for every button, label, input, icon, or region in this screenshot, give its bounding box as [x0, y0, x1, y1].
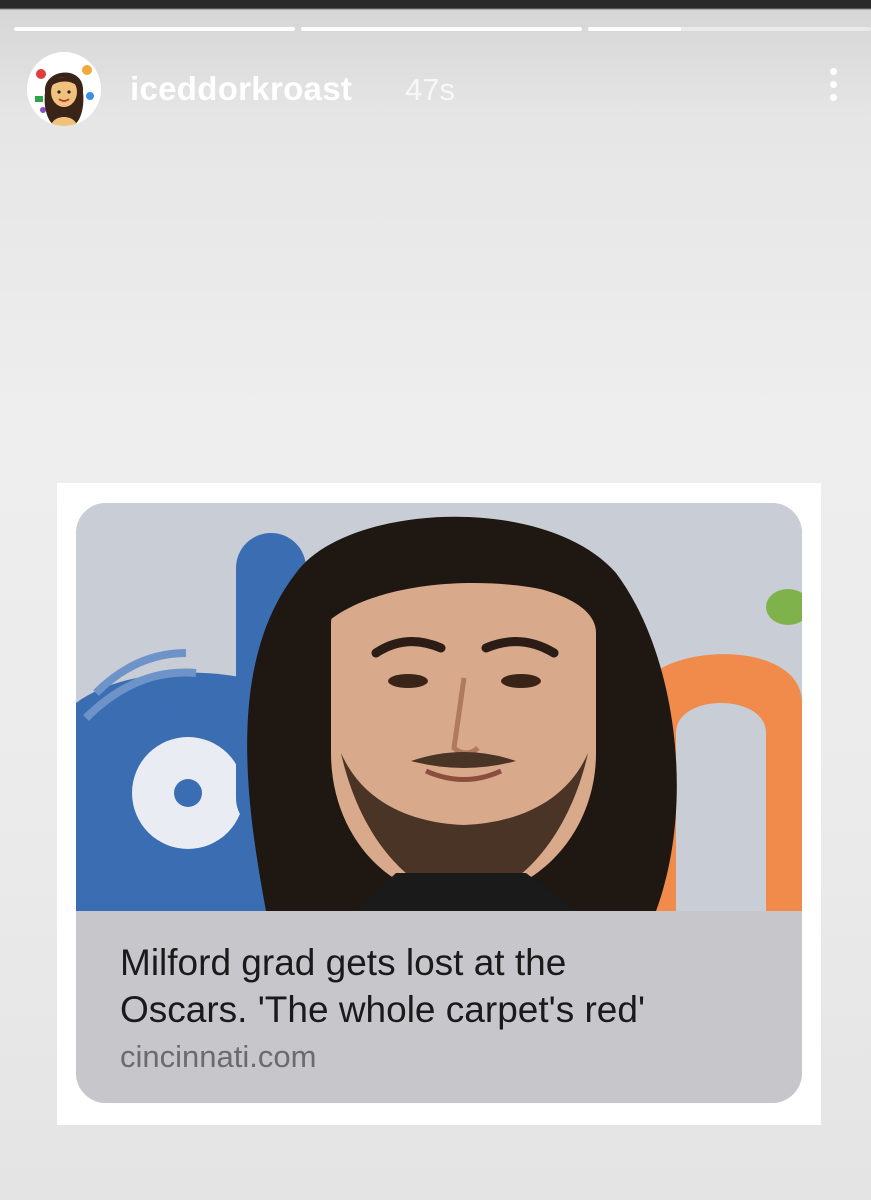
link-caption: Milford grad gets lost at the Oscars. 'T… — [76, 911, 802, 1103]
article-photo — [76, 503, 802, 911]
article-title-line-2: Oscars. 'The whole carpet's red' — [120, 989, 646, 1030]
story-progress-segment-1 — [14, 27, 295, 31]
shared-link-frame: Milford grad gets lost at the Oscars. 'T… — [57, 483, 821, 1125]
avatar-illustration — [27, 52, 101, 126]
article-title-line-1: Milford grad gets lost at the — [120, 942, 567, 983]
link-preview-card[interactable]: Milford grad gets lost at the Oscars. 'T… — [76, 503, 802, 1103]
story-username[interactable]: iceddorkroast — [130, 70, 352, 108]
story-progress-segment-2 — [301, 27, 582, 31]
article-title[interactable]: Milford grad gets lost at the Oscars. 'T… — [120, 939, 770, 1033]
story-progress-segment-3 — [588, 27, 871, 31]
avatar[interactable] — [27, 52, 101, 126]
article-source: cincinnati.com — [120, 1039, 317, 1074]
story-progress — [14, 27, 871, 31]
more-vertical-icon[interactable] — [827, 68, 839, 108]
story-header: iceddorkroast 47s — [27, 52, 871, 126]
story-timestamp: 47s — [405, 72, 455, 107]
